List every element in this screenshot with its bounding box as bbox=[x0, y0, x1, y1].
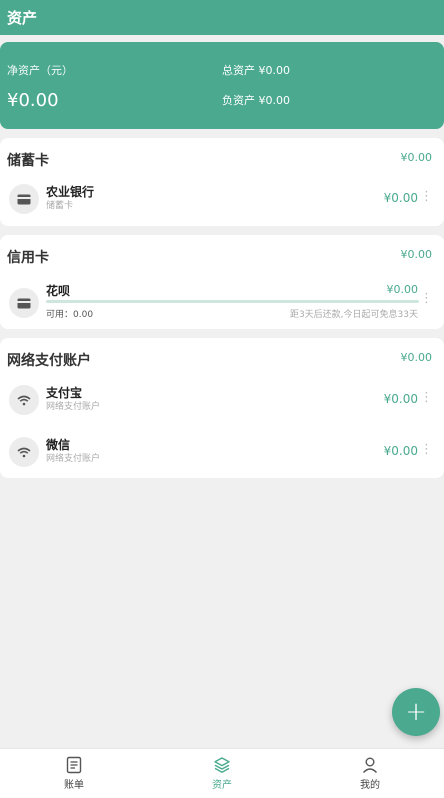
section-title: 信用卡 bbox=[7, 250, 49, 266]
account-row-wechat[interactable]: 微信 网络支付账户 ¥0.00 ⋮ bbox=[0, 429, 444, 475]
net-assets-summary-card: 净资产（元） ¥0.00 总资产 ¥0.00 负资产 ¥0.00 bbox=[0, 42, 444, 129]
account-type: 网络支付账户 bbox=[46, 402, 101, 412]
account-type: 网络支付账户 bbox=[46, 454, 101, 464]
repayment-hint: 距3天后还款,今日起可免息33天 bbox=[289, 310, 418, 320]
savings-card-section: 储蓄卡 ¥0.00 农业银行 储蓄卡 ¥0.00 ⋮ bbox=[0, 138, 444, 226]
add-account-button[interactable]: + bbox=[392, 688, 440, 736]
assets-icon bbox=[214, 757, 230, 773]
net-assets-value: ¥0.00 bbox=[7, 90, 59, 111]
wifi-icon bbox=[9, 437, 39, 467]
total-assets-label: 总资产 ¥0.00 bbox=[222, 64, 290, 77]
available-credit: 可用：0.00 bbox=[46, 310, 94, 320]
section-total: ¥0.00 bbox=[400, 151, 433, 164]
more-options-icon[interactable]: ⋮ bbox=[420, 390, 433, 405]
plus-icon: + bbox=[405, 697, 427, 727]
app: 资产 净资产（元） ¥0.00 总资产 ¥0.00 负资产 ¥0.00 储蓄卡 … bbox=[0, 0, 444, 798]
nav-label: 账单 bbox=[64, 780, 84, 791]
bank-card-icon bbox=[9, 184, 39, 214]
nav-item-profile[interactable]: 我的 bbox=[320, 756, 420, 791]
negative-assets-label: 负资产 ¥0.00 bbox=[222, 94, 290, 107]
account-name: 花呗 bbox=[46, 284, 71, 298]
account-row-huabei[interactable]: 花呗 ¥0.00 可用：0.00 距3天后还款,今日起可免息33天 ⋮ bbox=[0, 279, 444, 327]
credit-usage-bar bbox=[46, 300, 419, 303]
credit-card-section: 信用卡 ¥0.00 花呗 ¥0.00 可用：0.00 距3天后还款,今日起可免息… bbox=[0, 235, 444, 329]
section-title: 网络支付账户 bbox=[7, 353, 91, 369]
wifi-icon bbox=[9, 385, 39, 415]
section-total: ¥0.00 bbox=[400, 351, 433, 364]
page-title: 资产 bbox=[7, 9, 38, 27]
bill-icon bbox=[66, 756, 82, 774]
more-options-icon[interactable]: ⋮ bbox=[420, 442, 433, 457]
account-balance: ¥0.00 bbox=[383, 191, 418, 205]
account-type: 储蓄卡 bbox=[46, 201, 74, 211]
nav-label: 资产 bbox=[212, 780, 232, 791]
account-balance: ¥0.00 bbox=[383, 444, 418, 458]
more-options-icon[interactable]: ⋮ bbox=[420, 291, 433, 306]
bottom-nav: 账单 资产 我的 bbox=[0, 748, 444, 798]
more-options-icon[interactable]: ⋮ bbox=[420, 189, 433, 204]
account-balance: ¥0.00 bbox=[383, 392, 418, 406]
section-title: 储蓄卡 bbox=[7, 153, 49, 169]
nav-label: 我的 bbox=[360, 780, 380, 791]
section-total: ¥0.00 bbox=[400, 248, 433, 261]
nav-item-assets[interactable]: 资产 bbox=[172, 756, 272, 791]
account-row-abc-bank[interactable]: 农业银行 储蓄卡 ¥0.00 ⋮ bbox=[0, 176, 444, 222]
credit-card-icon bbox=[9, 288, 39, 318]
app-header: 资产 bbox=[0, 0, 444, 35]
net-assets-label: 净资产（元） bbox=[7, 64, 73, 77]
account-balance: ¥0.00 bbox=[386, 283, 419, 296]
profile-icon bbox=[362, 757, 378, 773]
nav-item-bills[interactable]: 账单 bbox=[24, 756, 124, 791]
online-payment-section: 网络支付账户 ¥0.00 支付宝 网络支付账户 ¥0.00 ⋮ 微信 网络支付账… bbox=[0, 338, 444, 478]
account-row-alipay[interactable]: 支付宝 网络支付账户 ¥0.00 ⋮ bbox=[0, 377, 444, 423]
